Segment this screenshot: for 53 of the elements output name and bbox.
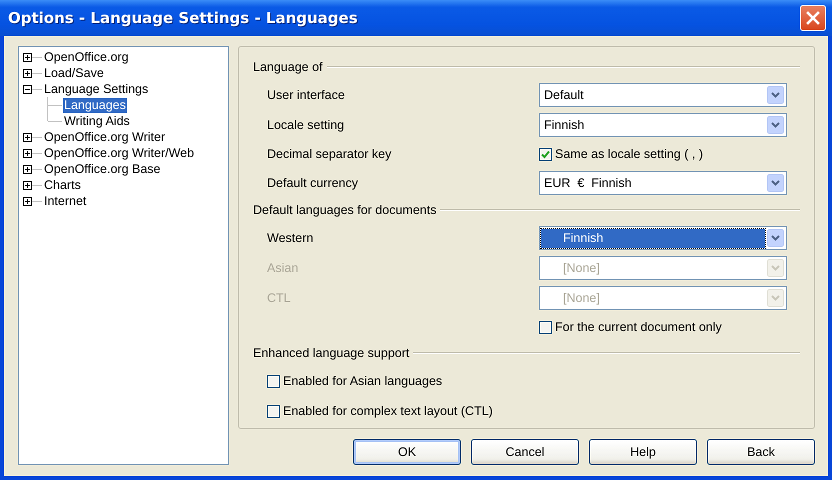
checkbox-label: Enabled for complex text layout (CTL) — [283, 404, 493, 418]
chevron-down-icon — [767, 174, 784, 192]
tree-item[interactable]: Charts — [43, 178, 82, 192]
tree-item[interactable]: Writing Aids — [63, 114, 131, 128]
section-heading: Language of — [253, 60, 323, 74]
window-title: Options - Language Settings - Languages — [8, 9, 358, 27]
tree-item[interactable]: OpenOffice.org — [43, 50, 130, 64]
checkbox[interactable] — [267, 374, 280, 388]
expand-icon[interactable] — [23, 132, 32, 142]
checkbox[interactable] — [539, 320, 552, 334]
tree-item[interactable]: Internet — [43, 194, 88, 208]
close-button[interactable] — [800, 5, 826, 31]
checkbox-label: For the current document only — [555, 320, 722, 334]
dialog-button[interactable]: OK — [353, 439, 461, 465]
section-heading: Enhanced language support — [253, 346, 410, 360]
dialog-button[interactable]: Back — [707, 439, 815, 465]
expand-icon[interactable] — [23, 68, 32, 78]
field-label: User interface — [267, 88, 346, 102]
collapse-icon[interactable] — [23, 84, 32, 94]
expand-icon[interactable] — [23, 180, 32, 190]
chevron-down-icon — [767, 289, 784, 307]
chevron-down-icon — [767, 86, 784, 104]
tree-item[interactable]: Load/Save — [43, 66, 105, 80]
dropdown[interactable]: Finnish — [539, 226, 787, 250]
close-icon — [806, 11, 820, 25]
dialog-button[interactable]: Cancel — [471, 439, 579, 465]
dropdown[interactable]: Finnish — [539, 113, 787, 137]
expand-icon[interactable] — [23, 52, 32, 62]
checkbox[interactable] — [267, 404, 280, 418]
field-label: Decimal separator key — [267, 147, 392, 161]
field-label: Western — [267, 231, 314, 245]
chevron-down-icon — [767, 116, 784, 134]
tree-item[interactable]: OpenOffice.org Writer/Web — [43, 146, 196, 160]
dropdown[interactable]: EUR € Finnish — [539, 171, 787, 195]
tree-item[interactable]: OpenOffice.org Writer — [43, 130, 166, 144]
tree-item[interactable]: Languages — [63, 98, 127, 112]
field-label: Locale setting — [267, 118, 346, 132]
expand-icon[interactable] — [23, 196, 32, 206]
chevron-down-icon — [767, 229, 784, 247]
expand-icon[interactable] — [23, 148, 32, 158]
tree-item[interactable]: Language Settings — [43, 82, 150, 96]
tree-item[interactable]: OpenOffice.org Base — [43, 162, 162, 176]
checkbox[interactable] — [539, 148, 552, 160]
field-label: Default currency — [267, 176, 360, 190]
expand-icon[interactable] — [23, 164, 32, 174]
field-label: Asian — [267, 261, 300, 275]
checkbox-label: Same as locale setting ( , ) — [555, 147, 703, 161]
dropdown[interactable]: Default — [539, 83, 787, 107]
checkbox-label: Enabled for Asian languages — [283, 374, 442, 388]
section-heading: Default languages for documents — [253, 203, 436, 217]
field-label: CTL — [267, 291, 292, 305]
dialog-button[interactable]: Help — [589, 439, 697, 465]
chevron-down-icon — [767, 259, 784, 277]
